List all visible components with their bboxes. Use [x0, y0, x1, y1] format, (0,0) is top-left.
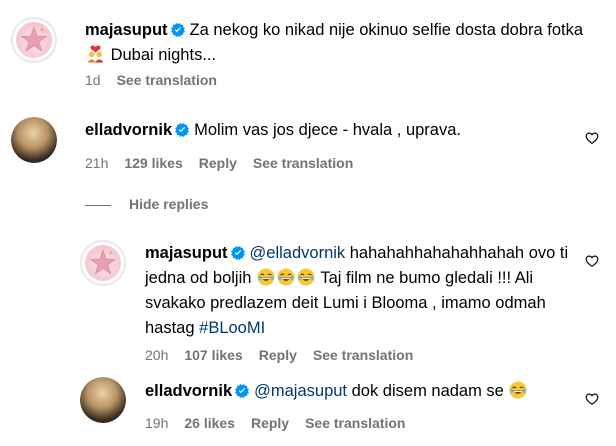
post-caption: majasuput Za nekog ko nikad nije okinuo s… — [85, 18, 585, 68]
post-meta: 1d See translation — [85, 72, 233, 88]
username[interactable]: majasuput — [145, 244, 228, 262]
heart-icon[interactable] — [585, 254, 599, 268]
mention-link[interactable]: @majasuput — [254, 382, 347, 400]
laughing-emoji-icon — [297, 268, 315, 286]
see-translation-button[interactable]: See translation — [117, 72, 217, 88]
star-logo-icon — [89, 249, 117, 275]
hide-replies-label: Hide replies — [129, 196, 209, 212]
avatar[interactable] — [80, 240, 126, 286]
avatar[interactable] — [11, 17, 57, 63]
verified-badge-icon — [175, 123, 189, 137]
hashtag-link[interactable]: #BLooMI — [199, 319, 265, 337]
verified-badge-icon — [235, 384, 249, 398]
see-translation-button[interactable]: See translation — [305, 415, 405, 431]
star-logo-icon — [20, 26, 48, 52]
avatar[interactable] — [80, 377, 126, 423]
timestamp[interactable]: 20h — [145, 347, 168, 363]
reply-button[interactable]: Reply — [199, 155, 237, 171]
avatar-image — [11, 117, 57, 163]
verified-badge-icon — [171, 23, 185, 37]
comment-text: dok disem nadam se — [351, 382, 504, 400]
username[interactable]: majasuput — [85, 21, 168, 39]
avatar[interactable] — [11, 117, 57, 163]
heart-icon[interactable] — [585, 392, 599, 406]
timestamp[interactable]: 19h — [145, 415, 168, 431]
laughing-emoji-icon — [277, 268, 295, 286]
verified-badge-icon — [231, 246, 245, 260]
reply-comment: majasuput @elladvornik hahahahhahahahhaha… — [145, 241, 570, 341]
likes-count[interactable]: 129 likes — [124, 155, 182, 171]
caption-text: Za nekog ko nikad nije okinuo selfie dos… — [189, 21, 584, 39]
laughing-emoji-icon — [257, 268, 275, 286]
hide-replies-button[interactable]: Hide replies — [85, 196, 208, 212]
caption-text-end: Dubai nights... — [110, 46, 217, 64]
username[interactable]: elladvornik — [85, 121, 172, 139]
couple-heart-emoji-icon — [86, 44, 105, 63]
likes-count[interactable]: 26 likes — [184, 415, 235, 431]
heart-icon[interactable] — [585, 131, 599, 145]
reply-comment: elladvornik @majasuput dok disem nadam se — [145, 379, 575, 404]
avatar-image — [85, 245, 121, 281]
timestamp[interactable]: 21h — [85, 155, 108, 171]
comment: elladvornik Molim vas jos djece - hvala ,… — [85, 118, 565, 143]
timestamp[interactable]: 1d — [85, 72, 101, 88]
comment-meta: 20h 107 likes Reply See translation — [145, 347, 429, 363]
avatar-image — [80, 377, 126, 423]
see-translation-button[interactable]: See translation — [253, 155, 353, 171]
mention-link[interactable]: @elladvornik — [250, 244, 346, 262]
comment-meta: 21h 129 likes Reply See translation — [85, 155, 369, 171]
laughing-emoji-icon — [509, 381, 527, 399]
avatar-image — [16, 22, 52, 58]
comment-meta: 19h 26 likes Reply See translation — [145, 415, 421, 431]
reply-button[interactable]: Reply — [259, 347, 297, 363]
likes-count[interactable]: 107 likes — [184, 347, 242, 363]
username[interactable]: elladvornik — [145, 382, 232, 400]
divider — [85, 204, 111, 206]
see-translation-button[interactable]: See translation — [313, 347, 413, 363]
comment-text: Molim vas jos djece - hvala , uprava. — [194, 121, 461, 139]
reply-button[interactable]: Reply — [251, 415, 289, 431]
